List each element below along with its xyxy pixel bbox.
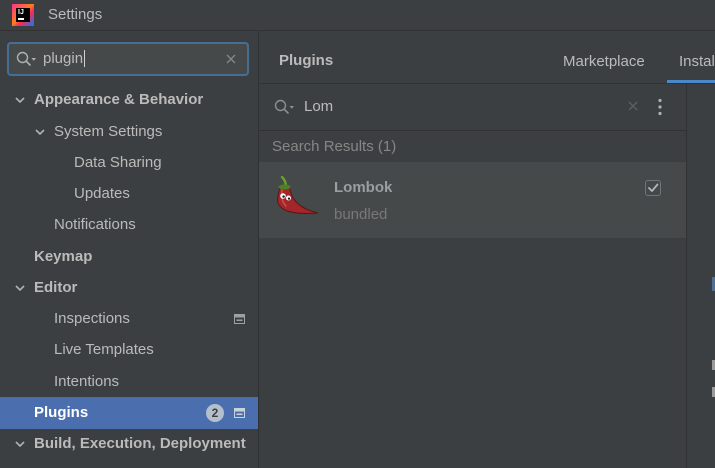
intellij-logo-icon: IJ <box>12 4 34 26</box>
text-caret <box>84 49 86 67</box>
sidebar-item-plugins[interactable]: Plugins 2 <box>0 397 258 429</box>
more-vertical-icon[interactable] <box>657 98 663 116</box>
tab-installed[interactable]: Instal <box>667 41 715 83</box>
clear-icon[interactable] <box>628 101 638 111</box>
page-title: Plugins <box>279 52 334 69</box>
sidebar-item-inspections[interactable]: Inspections <box>0 303 258 335</box>
chevron-down-icon[interactable] <box>35 129 45 135</box>
tab-label: Instal <box>679 53 715 70</box>
plugin-name: Lombok <box>334 179 393 196</box>
project-scope-icon <box>234 408 245 418</box>
sidebar-divider <box>258 31 259 468</box>
sidebar-item-updates[interactable]: Updates <box>0 178 258 210</box>
sidebar-item-label: Data Sharing <box>74 154 162 171</box>
plugin-search-input[interactable]: Lom <box>304 98 333 116</box>
clear-icon[interactable] <box>226 54 236 64</box>
logo-text: IJ <box>18 9 24 16</box>
sidebar-item-label: Build, Execution, Deployment <box>34 435 246 452</box>
title-bar: IJ Settings <box>0 0 715 31</box>
sidebar-item-label: Inspections <box>54 310 130 327</box>
window-title: Settings <box>48 6 103 23</box>
sidebar-item-label: Keymap <box>34 248 93 265</box>
sidebar-item-build-execution-deployment[interactable]: Build, Execution, Deployment <box>0 428 258 460</box>
search-icon[interactable] <box>16 51 38 67</box>
sidebar-item-label: Plugins <box>34 404 89 421</box>
sidebar-search-value: plugin <box>43 50 84 67</box>
sidebar-item-editor[interactable]: Editor <box>0 272 258 304</box>
panel-divider <box>686 84 687 468</box>
chevron-down-icon[interactable] <box>15 285 25 291</box>
chevron-down-icon[interactable] <box>15 97 25 103</box>
sidebar-item-label: Updates <box>74 185 130 202</box>
sidebar-item-label: Intentions <box>54 373 120 390</box>
checkmark-icon <box>648 183 659 192</box>
search-icon[interactable] <box>274 99 296 115</box>
settings-dialog: IJ Settings plugin Appearance & Behavior… <box>0 0 715 468</box>
sidebar-item-label: Appearance & Behavior <box>34 91 204 108</box>
project-scope-icon <box>234 314 245 324</box>
plugin-source: bundled <box>334 206 388 223</box>
header-divider <box>259 83 715 84</box>
search-divider <box>259 130 686 131</box>
chevron-down-icon[interactable] <box>15 441 25 447</box>
tab-marketplace[interactable]: Marketplace <box>551 41 661 83</box>
sidebar-item-live-templates[interactable]: Live Templates <box>0 334 258 366</box>
sidebar-item-data-sharing[interactable]: Data Sharing <box>0 147 258 179</box>
sidebar-item-keymap[interactable]: Keymap <box>0 241 258 273</box>
chili-pepper-icon <box>274 176 322 220</box>
tab-label: Marketplace <box>563 53 645 70</box>
sidebar-item-appearance-behavior[interactable]: Appearance & Behavior <box>0 84 258 116</box>
plugin-list-item[interactable]: Lombok bundled <box>259 162 686 238</box>
count-badge: 2 <box>206 404 224 422</box>
plugin-enabled-checkbox[interactable] <box>645 180 661 196</box>
sidebar-item-label: System Settings <box>54 123 163 140</box>
sidebar-item-label: Editor <box>34 279 78 296</box>
sidebar-item-label: Notifications <box>54 216 136 233</box>
results-header: Search Results (1) <box>272 138 397 155</box>
sidebar-item-intentions[interactable]: Intentions <box>0 366 258 398</box>
sidebar-item-notifications[interactable]: Notifications <box>0 209 258 241</box>
sidebar-search-input[interactable]: plugin <box>7 42 249 76</box>
sidebar-item-system-settings[interactable]: System Settings <box>0 116 258 148</box>
sidebar-item-label: Live Templates <box>54 341 154 358</box>
